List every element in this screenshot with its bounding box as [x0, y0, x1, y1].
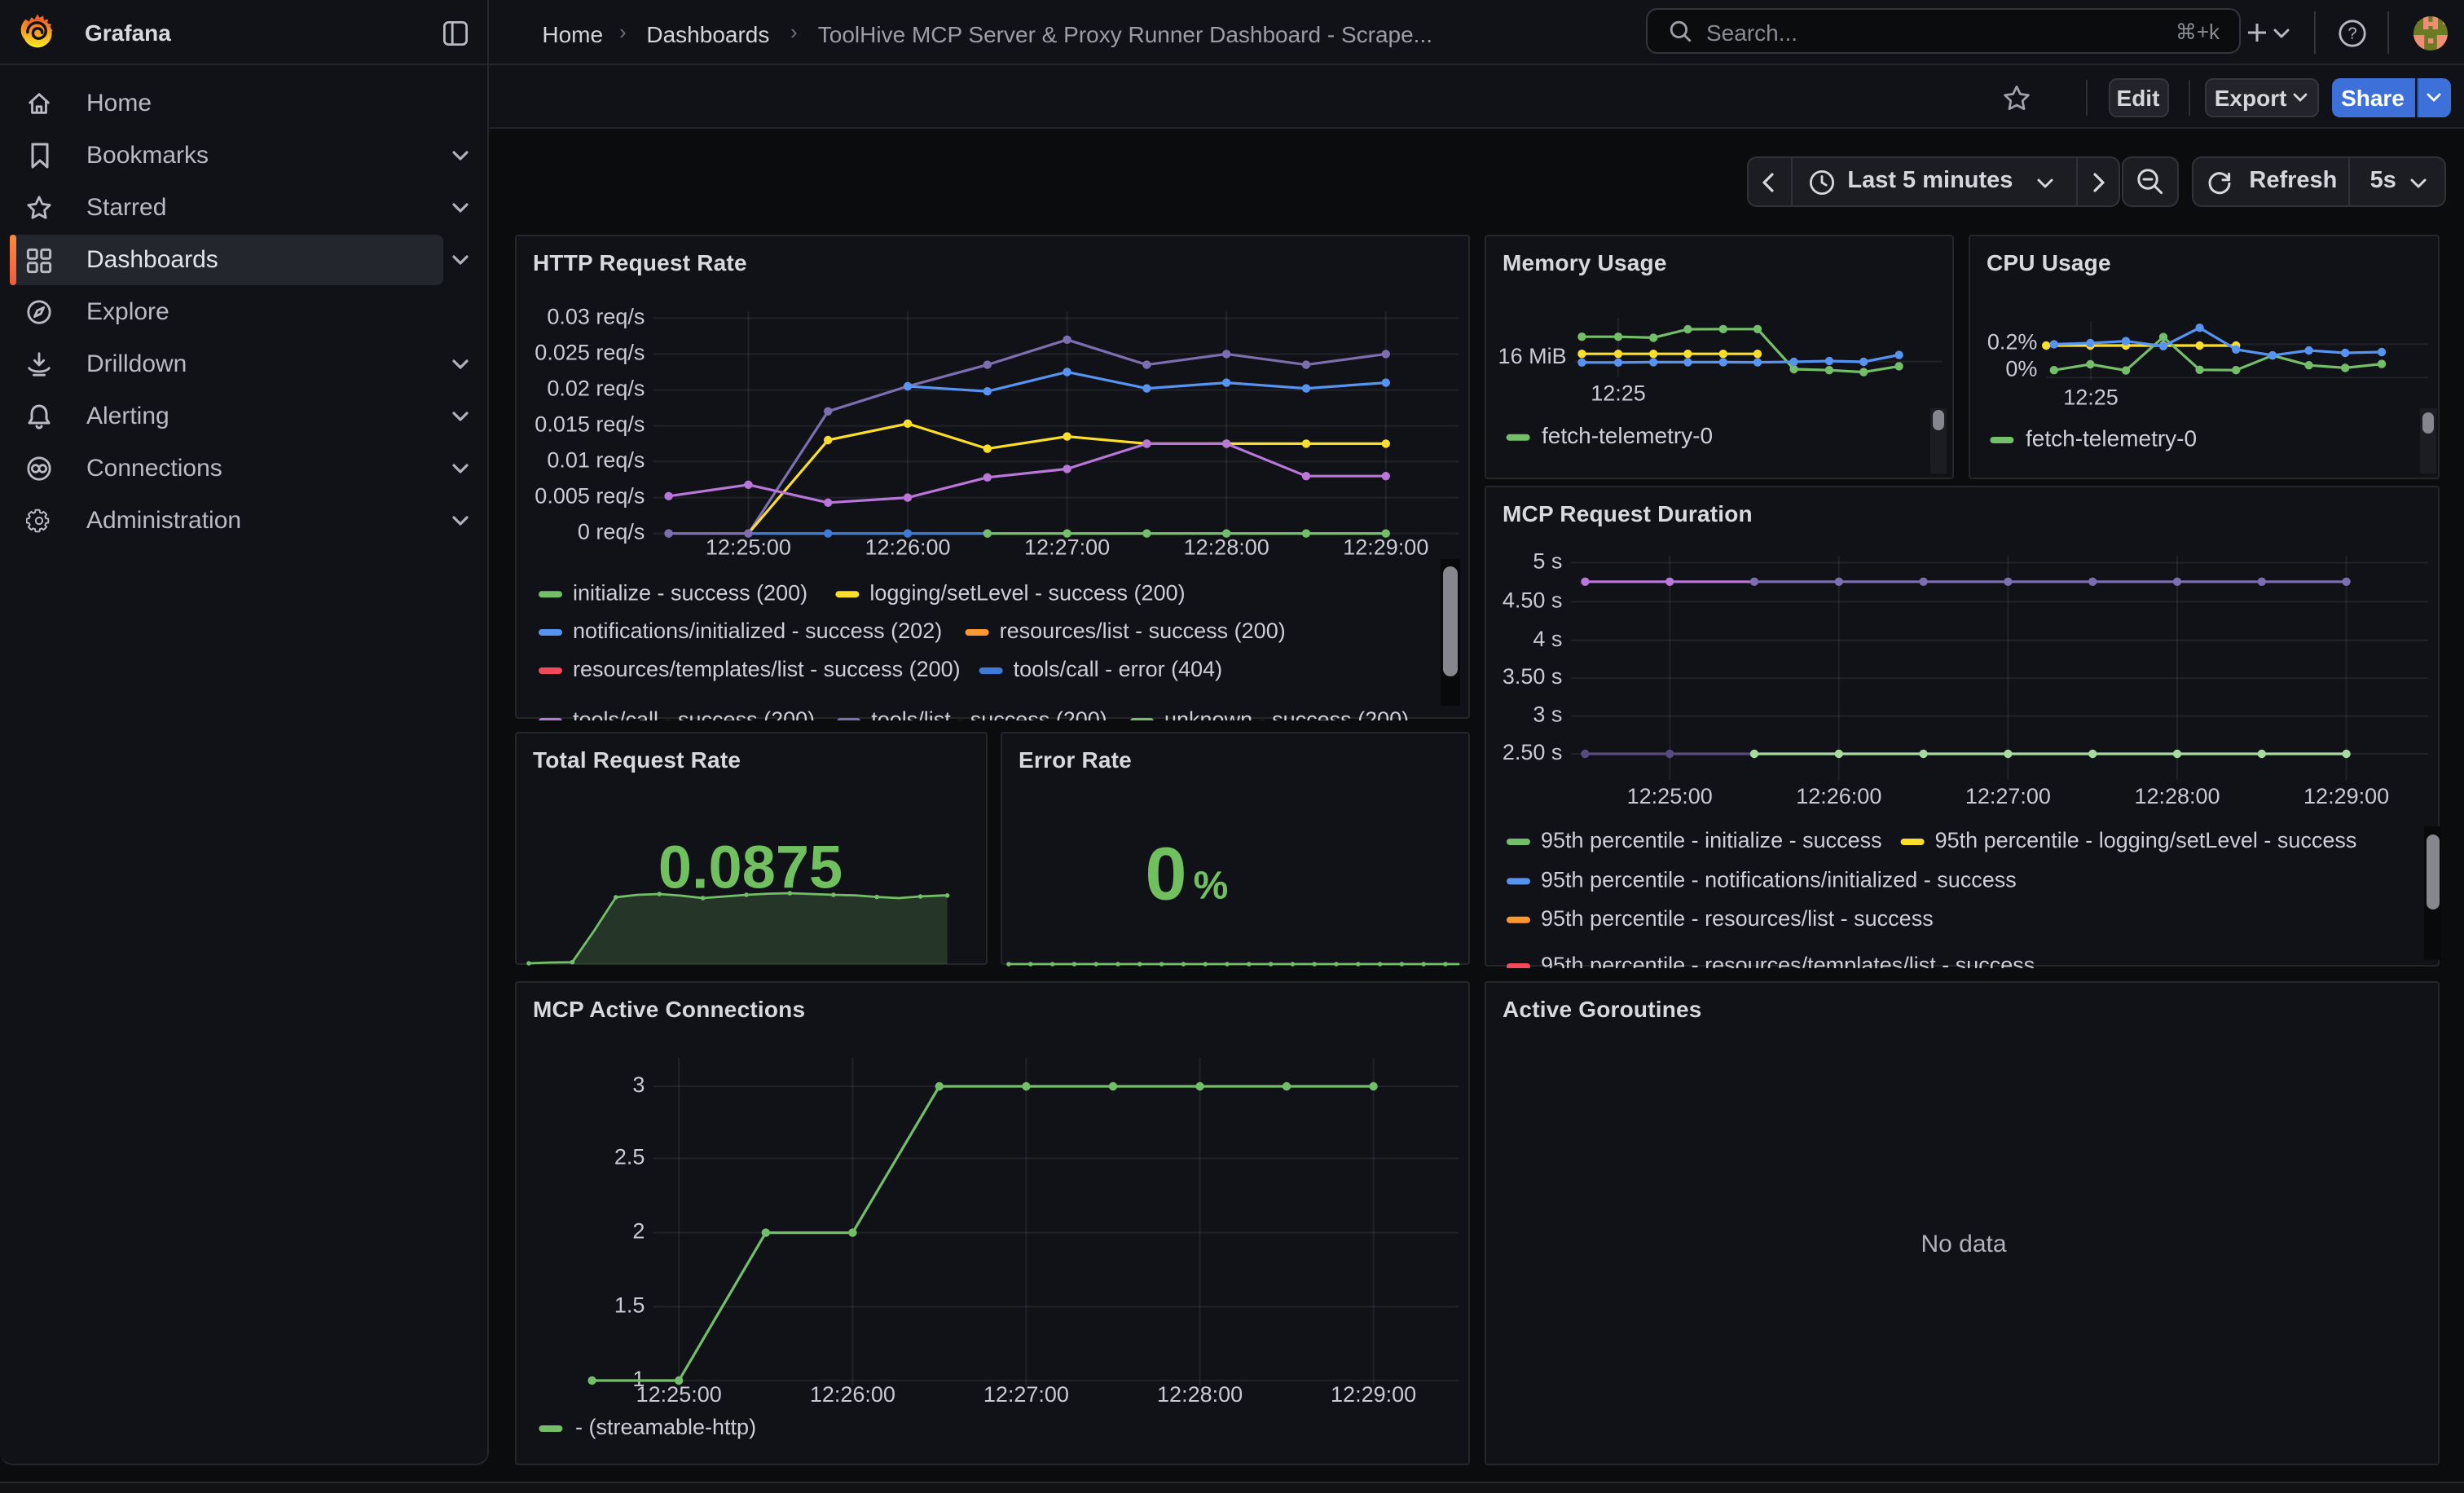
svg-text:12:27:00: 12:27:00	[1024, 535, 1110, 560]
svg-text:12:29:00: 12:29:00	[2303, 784, 2389, 808]
svg-text:12:25: 12:25	[1591, 381, 1646, 406]
svg-text:12:28:00: 12:28:00	[1157, 1382, 1243, 1407]
svg-text:4 s: 4 s	[1533, 627, 1562, 651]
svg-text:12:27:00: 12:27:00	[983, 1382, 1069, 1407]
svg-text:resources/templates/list - suc: resources/templates/list - success (200)	[573, 657, 961, 681]
svg-text:12:26:00: 12:26:00	[1796, 784, 1881, 808]
svg-text:- (streamable-http): - (streamable-http)	[575, 1415, 756, 1439]
svg-text:12:29:00: 12:29:00	[1343, 535, 1428, 560]
svg-text:95th percentile - resources/li: 95th percentile - resources/list - succe…	[1541, 906, 1934, 931]
svg-text:0.03 req/s: 0.03 req/s	[547, 305, 645, 329]
svg-text:0.025 req/s: 0.025 req/s	[535, 341, 645, 365]
svg-text:tools/call - success (200): tools/call - success (200)	[573, 707, 815, 720]
svg-text:5 s: 5 s	[1533, 549, 1562, 574]
svg-text:fetch-telemetry-0: fetch-telemetry-0	[1542, 423, 1713, 448]
svg-text:fetch-telemetry-0: fetch-telemetry-0	[2026, 425, 2197, 451]
svg-text:No data: No data	[1921, 1231, 2006, 1257]
svg-text:4.50 s: 4.50 s	[1503, 588, 1563, 613]
svg-text:?: ?	[2347, 24, 2356, 42]
svg-text:2: 2	[632, 1219, 645, 1244]
svg-text:logging/setLevel - success (20: logging/setLevel - success (200)	[869, 580, 1185, 605]
svg-text:3.50 s: 3.50 s	[1503, 664, 1563, 689]
svg-text:12:26:00: 12:26:00	[810, 1382, 895, 1407]
svg-text:12:25:00: 12:25:00	[706, 535, 791, 560]
svg-text:0: 0	[1145, 832, 1186, 915]
svg-text:95th percentile - logging/setL: 95th percentile - logging/setLevel - suc…	[1935, 828, 2357, 852]
svg-text:12:28:00: 12:28:00	[2134, 784, 2220, 808]
svg-text:0.0875: 0.0875	[658, 834, 843, 901]
svg-text:initialize - success (200): initialize - success (200)	[573, 580, 807, 605]
svg-text:0.2%: 0.2%	[1987, 330, 2038, 355]
svg-text:95th percentile - resources/te: 95th percentile - resources/templates/li…	[1541, 953, 2035, 968]
svg-text:12:25:00: 12:25:00	[636, 1382, 722, 1407]
svg-text:unknown - success (200): unknown - success (200)	[1164, 707, 1409, 720]
svg-text:0.005 req/s: 0.005 req/s	[535, 484, 645, 509]
svg-text:12:29:00: 12:29:00	[1331, 1382, 1416, 1407]
svg-text:95th percentile - initialize -: 95th percentile - initialize - success	[1541, 828, 1882, 852]
svg-text:12:25: 12:25	[2063, 385, 2119, 409]
svg-text:1.5: 1.5	[614, 1293, 645, 1318]
svg-text:12:25:00: 12:25:00	[1627, 784, 1713, 808]
svg-text:16 MiB: 16 MiB	[1498, 344, 1567, 368]
svg-text:notifications/initialized - su: notifications/initialized - success (202…	[573, 619, 942, 643]
svg-text:95th percentile - notification: 95th percentile - notifications/initiali…	[1541, 868, 2017, 892]
svg-text:12:27:00: 12:27:00	[1965, 784, 2051, 808]
svg-text:2.5: 2.5	[614, 1145, 645, 1169]
svg-text:resources/list - success (200): resources/list - success (200)	[1000, 619, 1286, 643]
svg-text:3 s: 3 s	[1533, 702, 1562, 727]
svg-text:tools/list - success (200): tools/list - success (200)	[871, 707, 1107, 720]
svg-text:0.02 req/s: 0.02 req/s	[547, 377, 645, 401]
svg-text:2.50 s: 2.50 s	[1503, 740, 1563, 764]
svg-text:%: %	[1194, 865, 1229, 908]
svg-text:3: 3	[632, 1072, 645, 1097]
svg-text:0%: 0%	[2005, 356, 2037, 381]
svg-text:0 req/s: 0 req/s	[578, 520, 645, 544]
svg-text:0.01 req/s: 0.01 req/s	[547, 448, 645, 473]
svg-text:12:28:00: 12:28:00	[1184, 535, 1269, 560]
svg-text:tools/call - error (404): tools/call - error (404)	[1014, 657, 1223, 681]
svg-text:0.015 req/s: 0.015 req/s	[535, 412, 645, 437]
svg-text:12:26:00: 12:26:00	[865, 535, 950, 560]
